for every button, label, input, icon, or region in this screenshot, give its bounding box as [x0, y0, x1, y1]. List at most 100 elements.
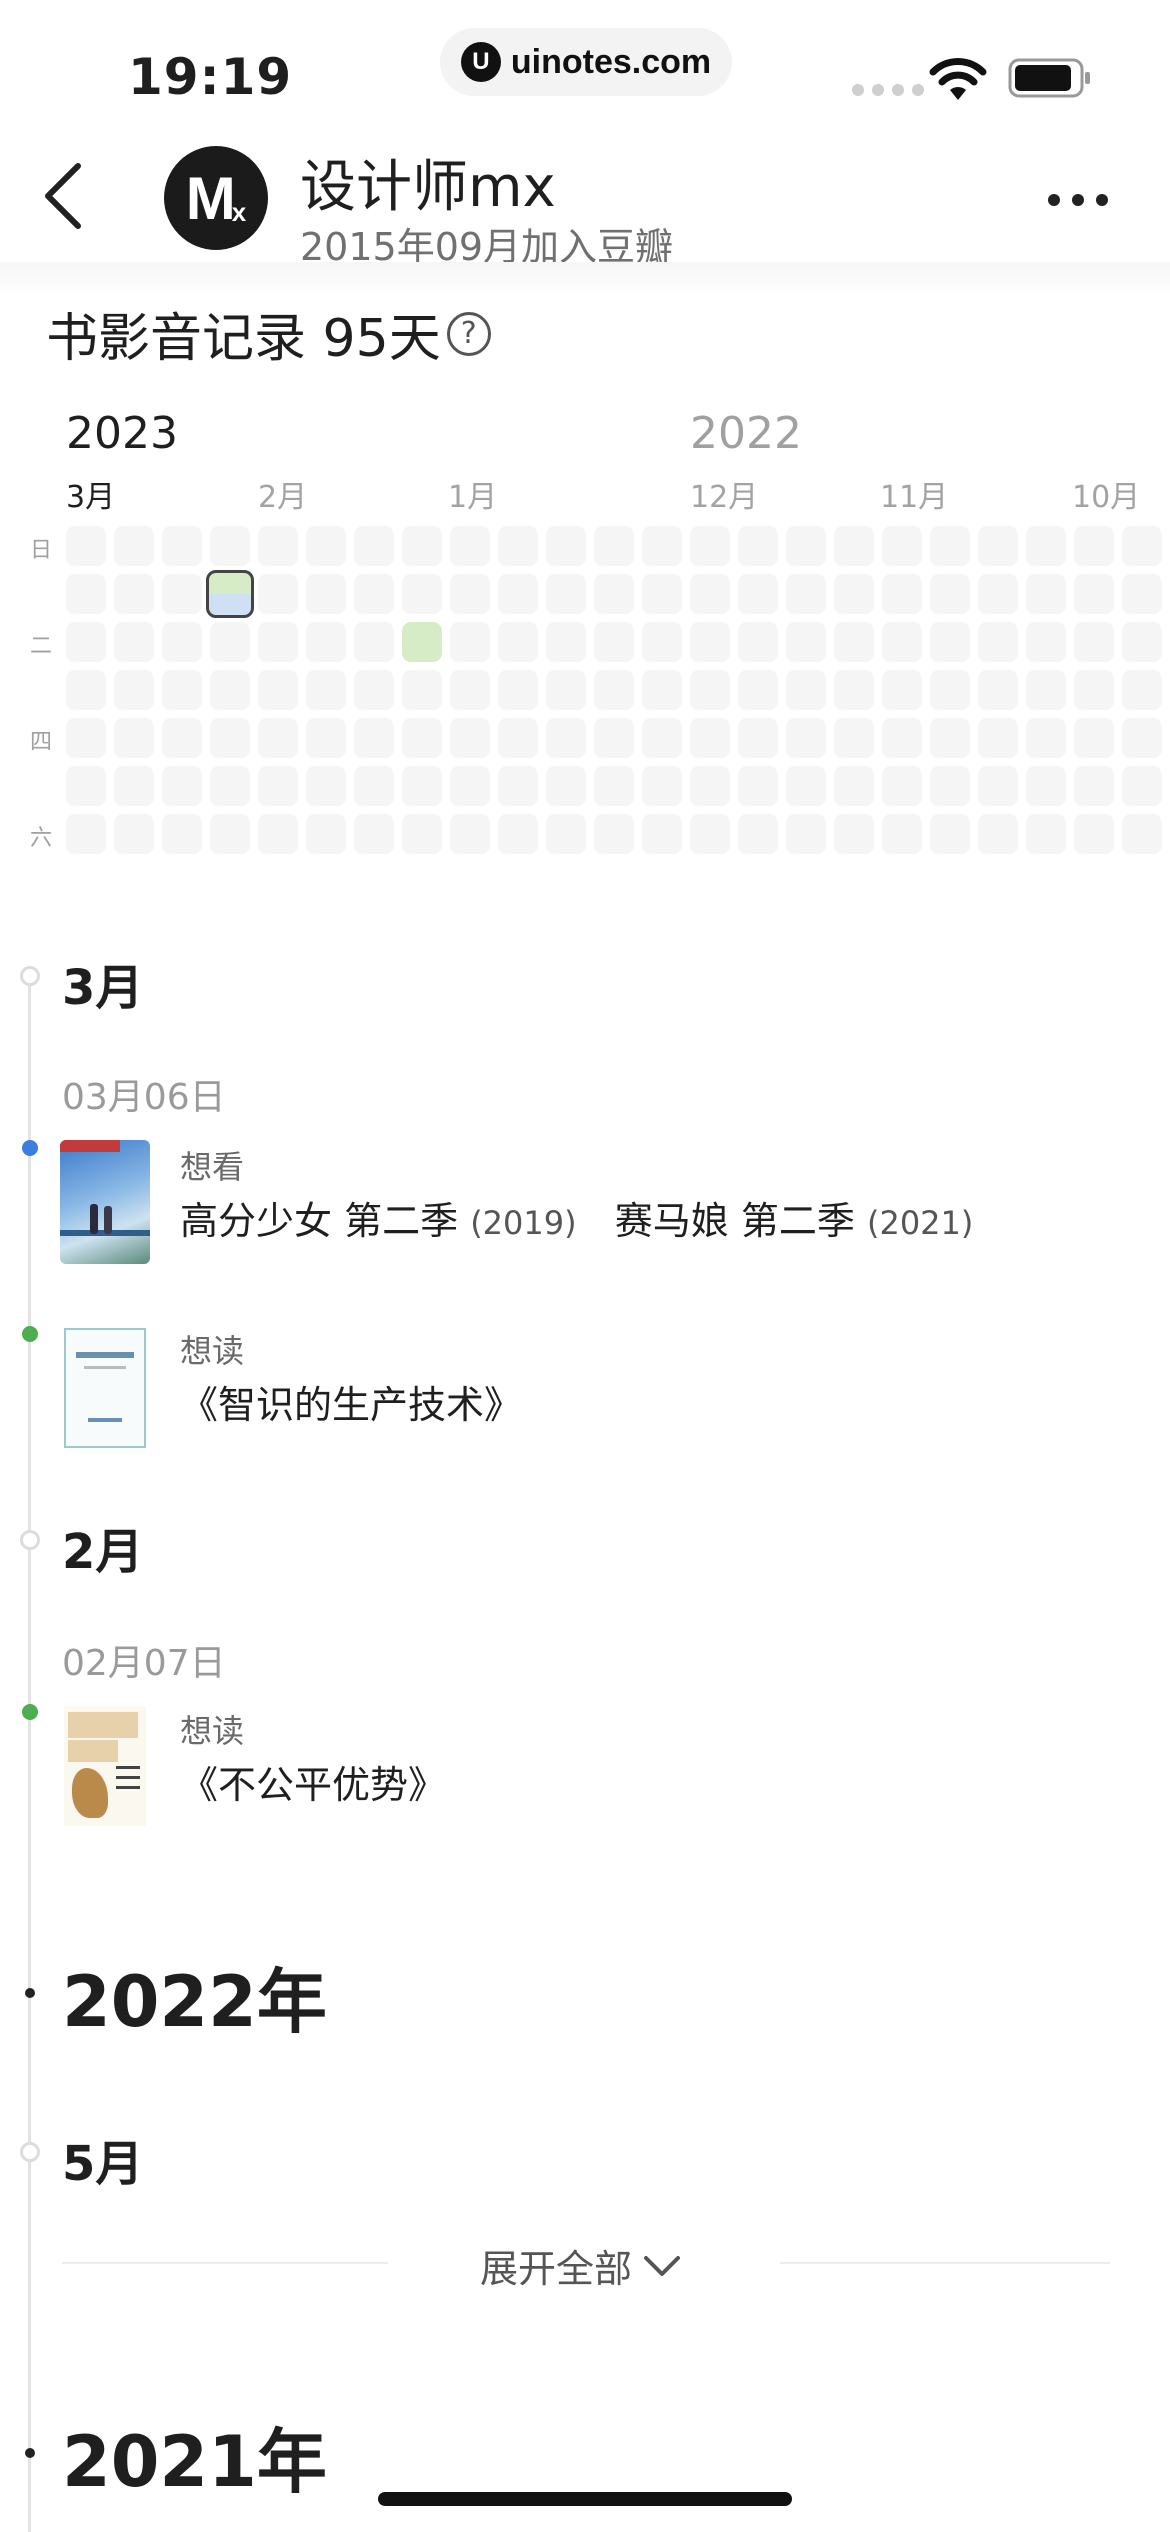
heatmap-cell [642, 574, 682, 614]
heatmap-cell [66, 766, 106, 806]
weekday-label: 日 [30, 538, 53, 563]
heatmap-cell [594, 622, 634, 662]
heatmap-cell [786, 526, 826, 566]
home-indicator[interactable] [378, 2492, 792, 2506]
book-cover-image[interactable] [64, 1706, 146, 1826]
book-title[interactable]: 《不公平优势》 [180, 1754, 446, 1809]
heatmap-cell [162, 814, 202, 854]
heatmap-cell [306, 670, 346, 710]
cellular-signal-icon [852, 84, 924, 96]
divider [780, 2262, 1110, 2264]
heatmap-cell [930, 814, 970, 854]
heatmap-cell [66, 574, 106, 614]
expand-all-button[interactable]: 展开全部 [480, 2238, 682, 2293]
timeline-node [25, 2448, 35, 2458]
heatmap-cell [498, 622, 538, 662]
media-title[interactable]: 高分少女 第二季 [180, 1199, 458, 1243]
heatmap-cell [642, 670, 682, 710]
heatmap-cell [546, 766, 586, 806]
heatmap-cell [450, 718, 490, 758]
divider [62, 2262, 388, 2264]
heatmap-cell [450, 670, 490, 710]
heatmap-cell [498, 814, 538, 854]
heatmap-cell [834, 670, 874, 710]
record-title: 书影音记录 95天 ? [46, 296, 491, 371]
heatmap-month: 11月 [880, 480, 949, 515]
status-time: 19:19 [128, 48, 293, 106]
heatmap-cell [930, 574, 970, 614]
heatmap-cell [402, 766, 442, 806]
book-title[interactable]: 《智识的生产技术》 [180, 1374, 522, 1429]
heatmap-cell [786, 574, 826, 614]
heatmap-cell [834, 574, 874, 614]
heatmap-cell [786, 718, 826, 758]
heatmap-cell [210, 814, 250, 854]
heatmap-cell [930, 526, 970, 566]
heatmap-cell [930, 718, 970, 758]
heatmap-cell [642, 814, 682, 854]
timeline-date: 02月07日 [62, 1643, 226, 1684]
heatmap-cell [114, 622, 154, 662]
weekday-label: 六 [30, 826, 53, 851]
heatmap-cell [450, 766, 490, 806]
heatmap-cell [546, 526, 586, 566]
heatmap-cell [306, 526, 346, 566]
heatmap-cell [546, 574, 586, 614]
weekday-label: 二 [30, 634, 53, 659]
heatmap-cell [498, 574, 538, 614]
heatmap-cell [258, 718, 298, 758]
heatmap-cell [306, 718, 346, 758]
help-icon[interactable]: ? [446, 311, 491, 356]
heatmap-cell [882, 622, 922, 662]
heatmap-cell [882, 718, 922, 758]
heatmap-cell [306, 814, 346, 854]
heatmap-cell [786, 814, 826, 854]
heatmap-cell [1026, 526, 1066, 566]
heatmap-cell [546, 670, 586, 710]
avatar-sub: x [231, 196, 247, 227]
media-year: (2019) [470, 1204, 577, 1242]
heatmap-cell [258, 670, 298, 710]
heatmap-cell [738, 622, 778, 662]
chevron-down-icon [644, 2255, 681, 2276]
heatmap-cell [738, 814, 778, 854]
heatmap-cell [450, 574, 490, 614]
heatmap-cell [594, 814, 634, 854]
heatmap-cell [930, 766, 970, 806]
back-icon[interactable] [40, 160, 88, 232]
heatmap-cell [162, 622, 202, 662]
heatmap-cell [450, 526, 490, 566]
book-cover-image[interactable] [64, 1328, 146, 1448]
heatmap-cell [882, 766, 922, 806]
expand-all-label: 展开全部 [480, 2247, 633, 2291]
heatmap-cell [834, 814, 874, 854]
avatar-letter: M [185, 164, 236, 232]
heatmap-cell[interactable] [206, 570, 254, 618]
heatmap-cell [978, 526, 1018, 566]
heatmap-cell [642, 766, 682, 806]
avatar[interactable]: Mx [164, 146, 268, 250]
heatmap-cell [162, 526, 202, 566]
heatmap-cell [258, 766, 298, 806]
heatmap-cell [1074, 718, 1114, 758]
more-icon[interactable] [1048, 194, 1108, 206]
heatmap-cell [258, 622, 298, 662]
url-pill[interactable]: U uinotes.com [440, 28, 732, 96]
heatmap-cell [498, 526, 538, 566]
heatmap-cell [66, 718, 106, 758]
heatmap-cell [1122, 670, 1162, 710]
timeline-node [25, 1988, 35, 1998]
heatmap-cell [114, 766, 154, 806]
heatmap-cell [546, 718, 586, 758]
heatmap-cell [162, 766, 202, 806]
heatmap-cell [354, 622, 394, 662]
watch-titles[interactable]: 高分少女 第二季 (2019) 赛马娘 第二季 (2021) [180, 1190, 973, 1245]
heatmap-month: 2月 [258, 480, 308, 515]
heatmap-cell [162, 574, 202, 614]
heatmap-cell [1122, 526, 1162, 566]
heatmap-cell [210, 718, 250, 758]
media-title[interactable]: 赛马娘 第二季 [615, 1199, 855, 1243]
heatmap-cell [930, 670, 970, 710]
anime-cover-image[interactable] [60, 1140, 150, 1264]
heatmap-cell [498, 718, 538, 758]
